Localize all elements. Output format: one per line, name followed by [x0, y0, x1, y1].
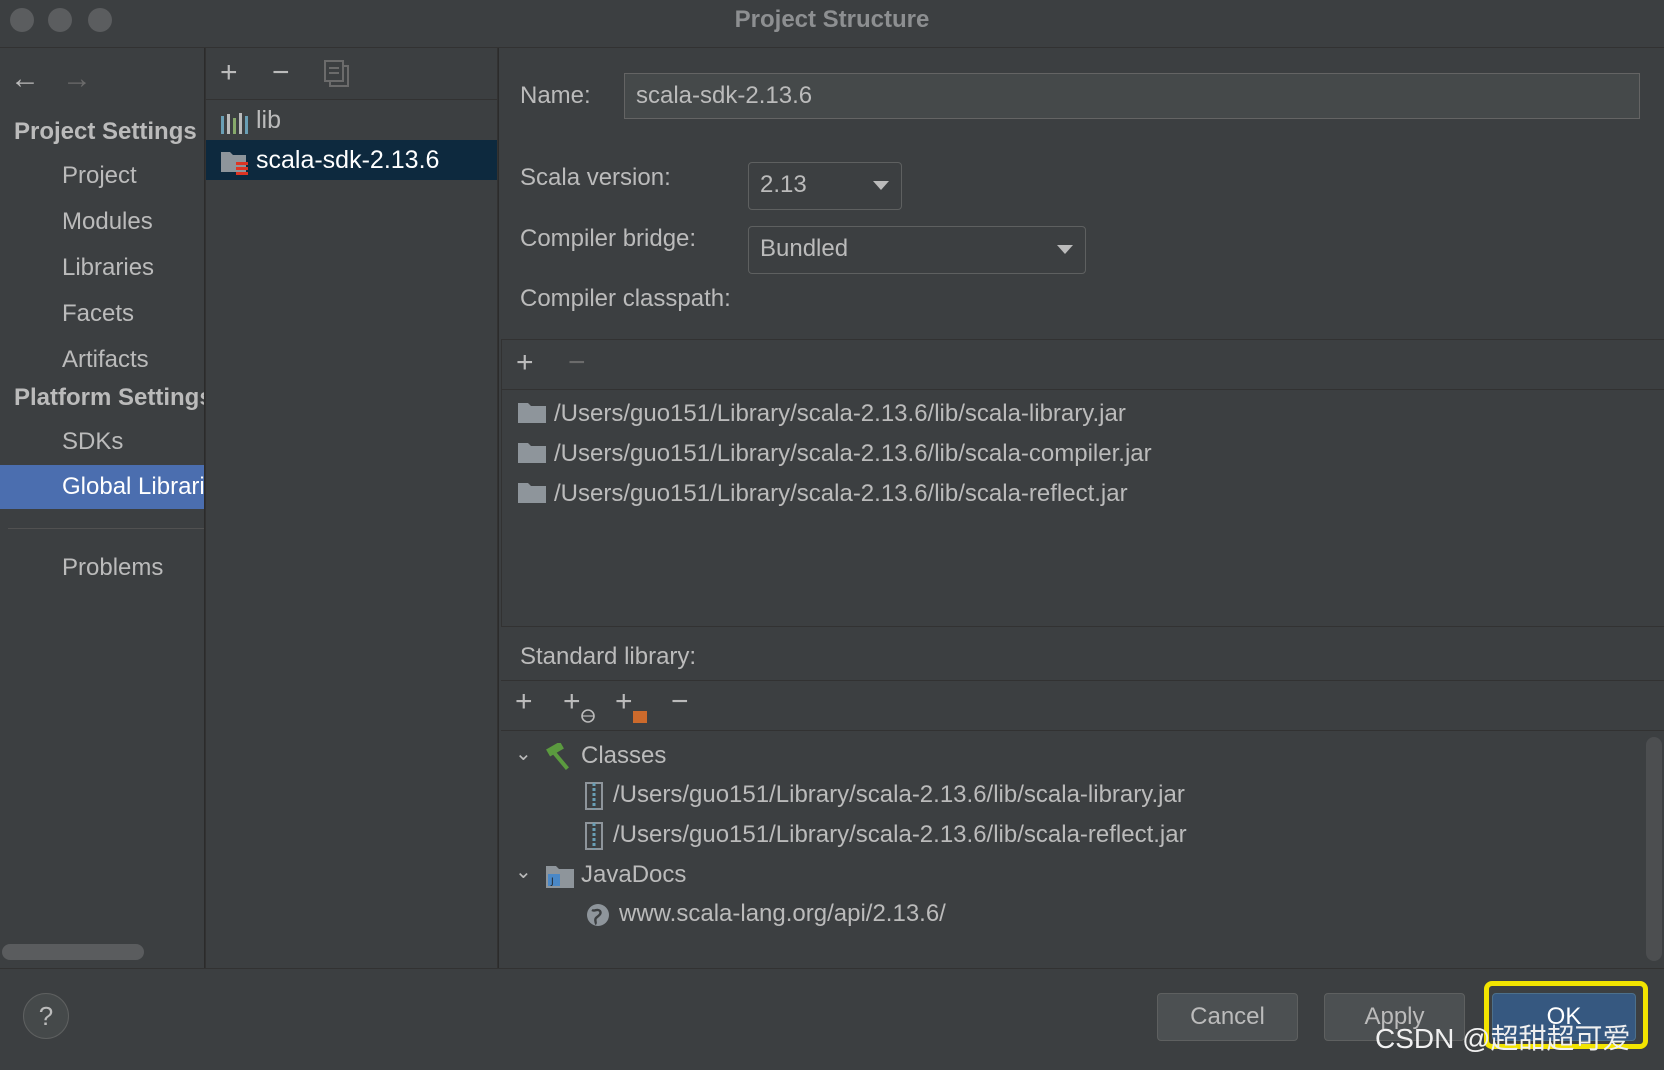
watermark: CSDN @超甜超可爱: [1375, 1023, 1631, 1054]
javadocs-label: JavaDocs: [581, 861, 687, 888]
compiler-bridge-value: Bundled: [760, 235, 849, 262]
remove-classpath-button[interactable]: −: [568, 346, 586, 380]
tree-node-class-jar[interactable]: /Users/guo151/Library/scala-2.13.6/lib/s…: [585, 776, 1185, 814]
remove-library-button[interactable]: −: [272, 56, 290, 90]
javadoc-url: www.scala-lang.org/api/2.13.6/: [619, 900, 946, 927]
compiler-bridge-dropdown[interactable]: Bundled: [748, 226, 1086, 274]
library-item-label: lib: [256, 106, 282, 134]
library-details-panel: Name: scala-sdk-2.13.6 Scala version: 2.…: [499, 48, 1664, 968]
nav-item-libraries[interactable]: Libraries: [0, 246, 204, 290]
compiler-classpath-toolbar: + −: [502, 340, 1664, 390]
nav-divider: [8, 528, 204, 529]
scala-version-dropdown[interactable]: 2.13: [748, 162, 902, 210]
globe-icon: [587, 903, 609, 926]
forward-arrow-icon[interactable]: →: [62, 62, 92, 96]
add-classpath-button[interactable]: +: [516, 346, 534, 380]
add-url-plus: +: [563, 685, 581, 718]
svg-text:J: J: [550, 877, 554, 887]
classes-label: Classes: [581, 742, 667, 769]
chevron-down-icon[interactable]: ⌄: [515, 741, 532, 766]
nav-horizontal-scrollbar[interactable]: [2, 944, 144, 960]
dropdown-arrow-icon: [873, 181, 889, 190]
folder-icon: [518, 442, 546, 463]
nav-item-artifacts[interactable]: Artifacts: [0, 338, 204, 382]
javadoc-folder-icon: J: [546, 865, 574, 888]
nav-item-modules[interactable]: Modules: [0, 200, 204, 244]
scala-version-label: Scala version:: [520, 164, 671, 191]
window-title: Project Structure: [734, 6, 930, 33]
tree-node-javadoc-url[interactable]: www.scala-lang.org/api/2.13.6/: [585, 895, 946, 933]
class-jar-path: /Users/guo151/Library/scala-2.13.6/lib/s…: [613, 781, 1185, 808]
copy-library-icon[interactable]: [324, 60, 350, 96]
classpath-entry-path: /Users/guo151/Library/scala-2.13.6/lib/s…: [554, 480, 1128, 507]
nav-item-project[interactable]: Project: [0, 154, 204, 198]
name-label: Name:: [520, 82, 591, 109]
classpath-entry[interactable]: /Users/guo151/Library/scala-2.13.6/lib/s…: [518, 395, 1126, 433]
dropdown-arrow-icon: [1057, 245, 1073, 254]
jar-icon: [585, 781, 603, 810]
standard-library-label: Standard library:: [520, 643, 697, 670]
hammer-icon: [546, 741, 569, 770]
jar-icon: [585, 821, 603, 850]
nav-item-problems[interactable]: Problems: [0, 546, 204, 590]
library-item-label: scala-sdk-2.13.6: [256, 146, 440, 174]
platform-settings-header: Platform Settings: [14, 384, 204, 411]
standard-library-tree: + + + − ⌄ Classes /Users/guo151/Library/…: [501, 680, 1664, 968]
folder-icon: [518, 482, 546, 503]
class-jar-path: /Users/guo151/Library/scala-2.13.6/lib/s…: [613, 821, 1187, 848]
standard-library-toolbar: + + + −: [501, 681, 1664, 731]
back-arrow-icon[interactable]: ←: [10, 62, 40, 96]
add-root-button[interactable]: +: [515, 685, 533, 719]
add-url-button[interactable]: +: [563, 685, 595, 723]
add-jar-plus: +: [615, 685, 633, 718]
remove-root-button[interactable]: −: [671, 685, 689, 719]
globe-icon: [581, 709, 595, 723]
project-settings-header: Project Settings: [14, 118, 197, 145]
libraries-list-panel: + − lib scala-sdk-2.13.6: [205, 48, 498, 968]
title-bar: Project Structure: [0, 0, 1664, 48]
classpath-entry[interactable]: /Users/guo151/Library/scala-2.13.6/lib/s…: [518, 435, 1152, 473]
library-item-lib[interactable]: lib: [206, 100, 497, 140]
compiler-classpath-list: + − /Users/guo151/Library/scala-2.13.6/l…: [501, 339, 1664, 627]
settings-navigation: ← → Project Settings Project Modules Lib…: [0, 48, 204, 968]
scala-version-value: 2.13: [760, 171, 807, 198]
tree-node-javadocs[interactable]: J JavaDocs: [545, 856, 686, 894]
add-library-button[interactable]: +: [220, 56, 238, 90]
classpath-entry-path: /Users/guo151/Library/scala-2.13.6/lib/s…: [554, 400, 1126, 427]
nav-item-sdks[interactable]: SDKs: [0, 420, 204, 464]
folder-icon: [518, 402, 546, 423]
compiler-classpath-label: Compiler classpath:: [520, 285, 731, 312]
nav-item-global-libraries[interactable]: Global Libraries: [0, 465, 204, 509]
scala-sdk-icon: [220, 148, 248, 175]
compiler-bridge-label: Compiler bridge:: [520, 225, 697, 252]
add-jar-button[interactable]: +: [615, 685, 647, 723]
chevron-down-icon[interactable]: ⌄: [515, 859, 532, 884]
jar-folder-icon: [633, 711, 647, 723]
nav-item-facets[interactable]: Facets: [0, 292, 204, 336]
cancel-button[interactable]: Cancel: [1157, 993, 1298, 1041]
standard-library-scrollbar[interactable]: [1646, 737, 1662, 961]
help-button[interactable]: ?: [23, 993, 69, 1039]
classpath-entry-path: /Users/guo151/Library/scala-2.13.6/lib/s…: [554, 440, 1152, 467]
tree-node-class-jar[interactable]: /Users/guo151/Library/scala-2.13.6/lib/s…: [585, 816, 1187, 854]
library-icon: [220, 108, 248, 134]
name-input[interactable]: scala-sdk-2.13.6: [624, 73, 1640, 119]
classpath-entry[interactable]: /Users/guo151/Library/scala-2.13.6/lib/s…: [518, 475, 1128, 513]
library-item-scala-sdk[interactable]: scala-sdk-2.13.6: [206, 140, 497, 180]
libraries-toolbar: + −: [206, 48, 497, 100]
tree-node-classes[interactable]: Classes: [545, 737, 666, 775]
